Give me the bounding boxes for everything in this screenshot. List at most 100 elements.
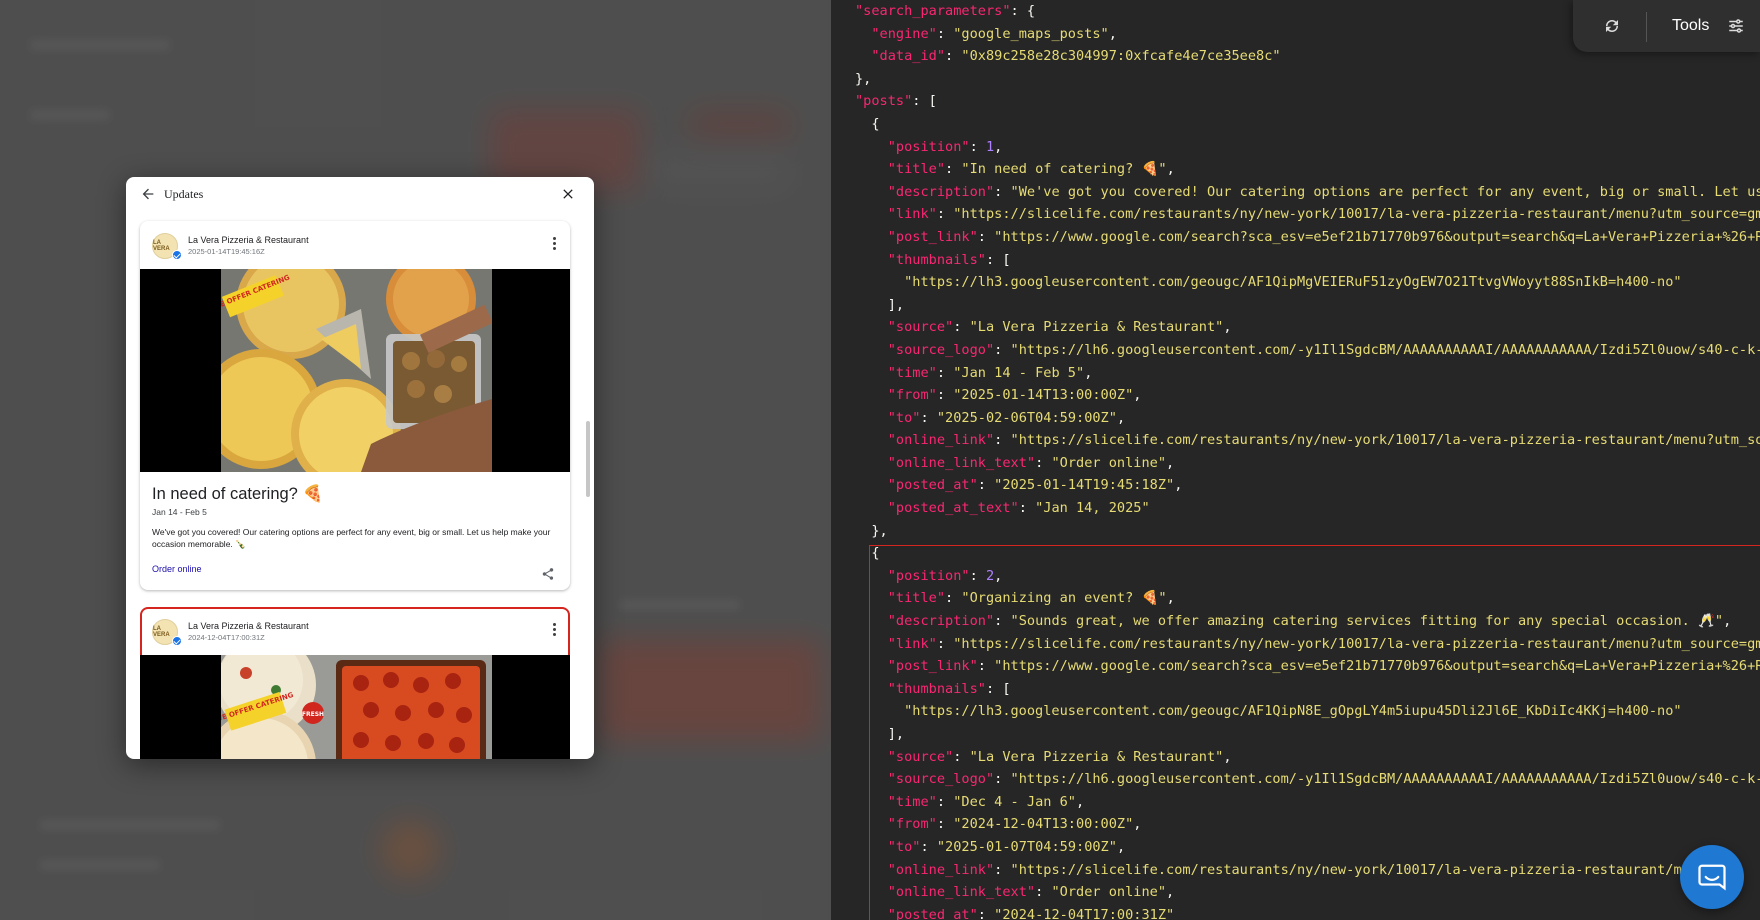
updates-dialog: Updates LA VERA La Vera Pizzeria & Resta… (126, 177, 594, 759)
json-punctuation (855, 749, 888, 765)
json-line: "title": "Organizing an event? 🍕", (855, 587, 1760, 610)
json-key: "thumbnails" (887, 680, 986, 697)
json-line: { (855, 542, 1760, 565)
json-punctuation (855, 884, 888, 900)
chat-support-button[interactable] (1680, 845, 1744, 909)
json-line: "link": "https://slicelife.com/restauran… (855, 203, 1760, 226)
refresh-icon[interactable] (1603, 17, 1621, 35)
json-punctuation (855, 862, 888, 878)
json-punctuation: : (1035, 454, 1052, 471)
json-punctuation (855, 342, 888, 358)
json-string: "0x89c258e28c304997:0xfcafe4e7ce35ee8c" (961, 48, 1281, 65)
json-punctuation: : (936, 793, 954, 810)
json-string: "https://lh3.googleusercontent.com/geoug… (904, 274, 1682, 291)
json-string: "La Vera Pizzeria & Restaurant" (969, 748, 1224, 765)
json-punctuation (855, 252, 888, 268)
post-image-frame[interactable]: WE OFFER CATERING (140, 269, 570, 472)
json-punctuation: , (1723, 613, 1732, 630)
json-key: "description" (887, 183, 995, 200)
list-scrollbar[interactable] (586, 421, 590, 497)
json-punctuation: ], (855, 296, 905, 313)
post-title: In need of catering? 🍕 (152, 485, 323, 503)
json-punctuation: : (920, 838, 937, 855)
json-punctuation: : (994, 341, 1011, 358)
json-key: "link" (887, 206, 937, 223)
json-punctuation: }, (855, 522, 888, 539)
json-line: "online_link_text": "Order online", (855, 881, 1760, 904)
json-punctuation (855, 500, 888, 516)
json-punctuation (855, 48, 871, 64)
more-options-icon[interactable] (551, 623, 557, 637)
tools-button[interactable]: Tools (1672, 17, 1709, 35)
json-key: "online_link_text" (887, 454, 1036, 471)
json-punctuation (855, 816, 888, 832)
json-line: "online_link": "https://slicelife.com/re… (855, 859, 1760, 882)
more-options-icon[interactable] (551, 237, 557, 251)
json-punctuation: : (936, 206, 954, 223)
back-arrow-icon[interactable] (140, 186, 156, 202)
post-image-frame[interactable]: WE OFFER CATERING FRESH (140, 655, 570, 759)
pizza-catering-photo: WE OFFER CATERING FRESH (221, 655, 492, 759)
json-punctuation (855, 590, 888, 606)
verified-badge-icon (172, 250, 182, 260)
json-key: "time" (887, 793, 937, 810)
json-string: "https://lh6.googleusercontent.com/-y1Il… (1010, 771, 1760, 788)
json-line: { (855, 113, 1760, 136)
json-line: "posted_at_text": "Jan 14, 2025" (855, 497, 1760, 520)
json-punctuation: , (1223, 319, 1232, 336)
posted-timestamp: 2025-01-14T19:45:16Z (188, 247, 265, 256)
json-punctuation: }, (855, 70, 872, 87)
source-name: La Vera Pizzeria & Restaurant (188, 621, 309, 631)
json-punctuation: ], (855, 726, 905, 742)
json-line: "https://lh3.googleusercontent.com/geoug… (855, 700, 1760, 723)
json-punctuation: , (1116, 409, 1126, 426)
json-punctuation: : (994, 771, 1011, 788)
json-key: "thumbnails" (887, 251, 986, 268)
json-punctuation: : [ (985, 251, 1011, 268)
json-punctuation (855, 26, 871, 42)
json-punctuation: : (977, 658, 995, 675)
posted-timestamp: 2024-12-04T17:00:31Z (188, 633, 265, 642)
json-punctuation (855, 229, 888, 245)
json-key: "from" (887, 816, 937, 833)
json-string: "https://slicelife.com/restaurants/ny/ne… (953, 206, 1760, 223)
json-line: "posted_at": "2024-12-04T17:00:31Z" (855, 904, 1760, 920)
json-string: "La Vera Pizzeria & Restaurant" (969, 319, 1224, 336)
json-punctuation (855, 432, 888, 448)
json-string: "https://slicelife.com/restaurants/ny/ne… (1010, 432, 1760, 449)
json-key: "online_link" (887, 861, 995, 878)
json-line: }, (855, 520, 1760, 543)
json-key: "source_logo" (887, 771, 995, 788)
viewer-toolbar: Tools (1573, 0, 1760, 52)
json-punctuation (855, 771, 888, 787)
json-line: ], (855, 723, 1760, 746)
json-number: 2 (985, 567, 995, 584)
share-icon[interactable] (541, 567, 555, 581)
json-punctuation: : { (1010, 3, 1036, 19)
json-key: "posted_at" (887, 906, 978, 920)
json-line: "online_link": "https://slicelife.com/re… (855, 429, 1760, 452)
json-line: "description": "Sounds great, we offer a… (855, 610, 1760, 633)
json-punctuation (855, 410, 888, 426)
json-string: "Order online" (1051, 454, 1167, 471)
json-punctuation (855, 794, 888, 810)
json-punctuation: : [ (985, 680, 1011, 697)
json-string: "Sounds great, we offer amazing catering… (1010, 613, 1724, 630)
json-punctuation: : (945, 590, 962, 607)
json-punctuation (855, 184, 888, 200)
json-key: "position" (887, 567, 970, 584)
json-string: "2024-12-04T17:00:31Z" (994, 906, 1175, 920)
json-punctuation: : (977, 477, 995, 494)
updates-list[interactable]: LA VERA La Vera Pizzeria & Restaurant 20… (126, 211, 594, 759)
json-punctuation: : (953, 319, 970, 336)
post-time: Jan 14 - Feb 5 (152, 507, 207, 517)
update-card-selected: LA VERA La Vera Pizzeria & Restaurant 20… (140, 607, 570, 759)
sliders-icon[interactable] (1727, 17, 1745, 35)
json-punctuation: : (953, 748, 970, 765)
json-punctuation (855, 365, 888, 381)
json-punctuation (855, 206, 888, 222)
close-icon[interactable] (560, 186, 576, 202)
json-punctuation: , (1166, 161, 1175, 178)
json-line: "online_link_text": "Order online", (855, 452, 1760, 475)
order-online-link[interactable]: Order online (152, 564, 202, 574)
